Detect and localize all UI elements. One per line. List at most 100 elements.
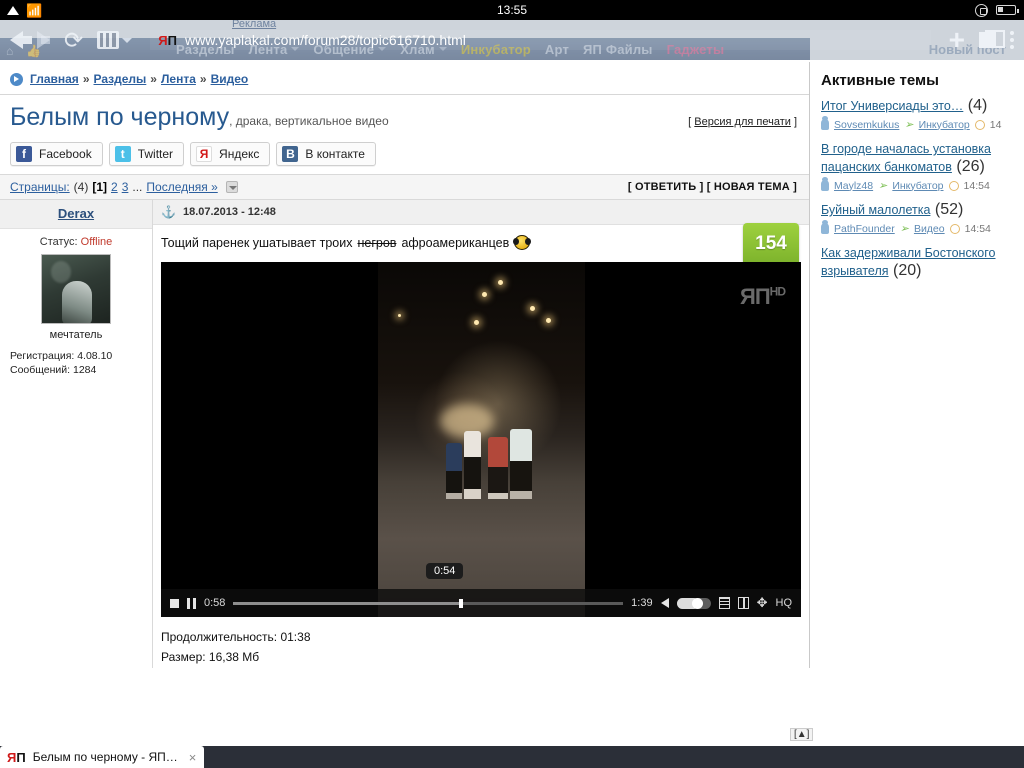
breadcrumb-item-home[interactable]: Главная xyxy=(30,72,79,86)
fullscreen-icon[interactable]: ✥ xyxy=(757,595,768,611)
video-duration: Продолжительность: 01:38 xyxy=(161,630,311,644)
arrow-right-icon: ➢ xyxy=(904,119,914,131)
topic-author[interactable]: PathFounder xyxy=(834,223,895,235)
share-vkontakte-button[interactable]: В В контакте xyxy=(276,142,376,166)
volume-handle[interactable] xyxy=(691,597,703,609)
page-title: Белым по черному xyxy=(10,103,230,131)
watermark-hd: HD xyxy=(769,284,786,299)
video-frame: ЯПHD xyxy=(161,262,801,617)
topic-time: 14:54 xyxy=(964,222,991,235)
vkontakte-icon: В xyxy=(282,146,299,162)
post-text-struck: негров xyxy=(357,235,397,250)
playlist-icon[interactable] xyxy=(718,597,730,609)
author-registration: Регистрация: 4.08.10 xyxy=(10,350,113,362)
user-icon xyxy=(821,116,829,130)
topic-forum[interactable]: Видео xyxy=(914,223,945,235)
topic-title: Буйный малолетка xyxy=(821,203,931,217)
video-image xyxy=(378,262,585,617)
seek-bar[interactable] xyxy=(233,598,624,608)
post-text: Тощий паренек ушатывает троих негров афр… xyxy=(161,235,801,250)
topic-author[interactable]: Maylz48 xyxy=(834,180,873,192)
page-1[interactable]: [1] xyxy=(92,180,107,194)
share-twitter-button[interactable]: t Twitter xyxy=(108,142,185,166)
topic-count: (4) xyxy=(967,97,988,114)
favicon-left: Я xyxy=(7,749,17,765)
list-item: В городе началась установка пацанских ба… xyxy=(821,140,1024,192)
close-icon[interactable]: × xyxy=(189,750,197,765)
address-bar[interactable]: ЯП www.yaplakal.com/forum28/topic616710.… xyxy=(150,30,931,50)
yandex-icon: Я xyxy=(196,146,213,162)
breadcrumb-separator: » xyxy=(199,72,207,86)
breadcrumb-item-feed[interactable]: Лента xyxy=(161,72,196,86)
facebook-icon: f xyxy=(16,146,32,162)
topic-title-link[interactable]: Итог Универсиады это… xyxy=(821,99,963,113)
new-tab-button[interactable]: + xyxy=(949,26,965,54)
web-page: Реклама ⌂ 👍 Разделы Лента Общение Хлам И… xyxy=(0,0,1024,746)
video-size: Размер: 16,38 Мб xyxy=(161,650,260,665)
volume-slider[interactable] xyxy=(676,597,711,609)
rating-value: 154 xyxy=(743,223,799,265)
pause-icon[interactable] xyxy=(187,597,196,609)
battery-icon xyxy=(996,5,1019,15)
print-version-link[interactable]: Версия для печати xyxy=(694,116,791,128)
android-status-bar: 📶 13:55 xyxy=(0,0,1024,20)
seek-tooltip: 0:54 xyxy=(426,563,464,579)
share-label: Twitter xyxy=(137,147,174,161)
split-view-icon[interactable] xyxy=(737,597,749,609)
topic-time: 14:54 xyxy=(963,179,990,192)
quality-button[interactable]: HQ xyxy=(776,597,793,609)
tab-strip: ЯП Белым по черному - ЯП… × xyxy=(0,746,1024,768)
post-text-before: Тощий паренек ушатывает троих xyxy=(161,235,353,250)
topic-author[interactable]: Sovsemkukus xyxy=(834,119,899,131)
breadcrumb-separator: » xyxy=(150,72,157,86)
page-2[interactable]: 2 xyxy=(111,180,118,194)
smiley-icon xyxy=(513,235,532,250)
author-status: Статус: Offline xyxy=(0,229,152,254)
author-link[interactable]: Derax xyxy=(58,206,94,221)
author-title: мечтатель xyxy=(49,329,103,341)
seek-handle[interactable] xyxy=(459,598,464,608)
pages-label[interactable]: Страницы: xyxy=(10,180,70,194)
back-button[interactable] xyxy=(10,31,32,49)
total-time: 1:39 xyxy=(631,597,653,609)
page-last[interactable]: Последняя » xyxy=(146,180,217,194)
scroll-to-top-button[interactable]: [▲] xyxy=(790,728,814,741)
post-author-panel: Derax Статус: Offline мечтатель Регистра… xyxy=(0,200,153,668)
share-yandex-button[interactable]: Я Яндекс xyxy=(190,142,271,166)
post-text-after: афроамериканцев xyxy=(401,235,510,250)
bracket-open: [ xyxy=(688,116,692,128)
stop-icon[interactable] xyxy=(170,598,179,608)
favicon-right: П xyxy=(16,749,26,765)
breadcrumb-item-sections[interactable]: Разделы xyxy=(94,72,147,86)
video-controls: 0:58 1:39 ✥ HQ xyxy=(161,589,801,617)
clock-icon xyxy=(974,119,985,130)
reply-button[interactable]: [ ОТВЕТИТЬ ] xyxy=(628,181,704,193)
topic-count: (26) xyxy=(956,158,985,175)
topic-time: 14 xyxy=(989,118,1002,131)
film-strip-button[interactable] xyxy=(97,31,133,49)
arrow-right-icon: ➢ xyxy=(878,180,888,192)
breadcrumb-item-video[interactable]: Видео xyxy=(211,72,249,86)
status-value: Offline xyxy=(80,236,113,248)
topic-subtitle: , драка, вертикальное видео xyxy=(229,114,389,128)
forward-button[interactable] xyxy=(37,31,50,49)
topic-title-link[interactable]: Буйный малолетка xyxy=(821,203,930,217)
kebab-menu-icon[interactable] xyxy=(1010,31,1014,49)
speaker-icon[interactable] xyxy=(660,598,669,608)
page-3[interactable]: 3 xyxy=(122,180,129,194)
pages-ellipsis: ... xyxy=(132,180,143,194)
topic-forum[interactable]: Инкубатор xyxy=(892,180,943,192)
topic-forum[interactable]: Инкубатор xyxy=(919,119,970,131)
post: Derax Статус: Offline мечтатель Регистра… xyxy=(0,200,809,668)
tabs-button[interactable] xyxy=(979,30,1005,48)
video-player[interactable]: ЯПHD 0:54 0:58 1:39 ✥ HQ xyxy=(161,262,801,617)
browser-tab[interactable]: ЯП Белым по черному - ЯП… × xyxy=(0,746,205,768)
twitter-icon: t xyxy=(114,146,131,162)
anchor-icon[interactable]: ⚓ xyxy=(161,205,176,219)
seek-progress xyxy=(233,601,464,605)
reload-button[interactable]: ⟳ xyxy=(64,28,83,52)
url-text: www.yaplakal.com/forum28/topic616710.htm… xyxy=(184,32,466,48)
share-facebook-button[interactable]: f Facebook xyxy=(10,142,103,166)
new-topic-button[interactable]: [ НОВАЯ ТЕМА ] xyxy=(707,181,797,193)
pages-dropdown-icon[interactable] xyxy=(225,181,238,193)
